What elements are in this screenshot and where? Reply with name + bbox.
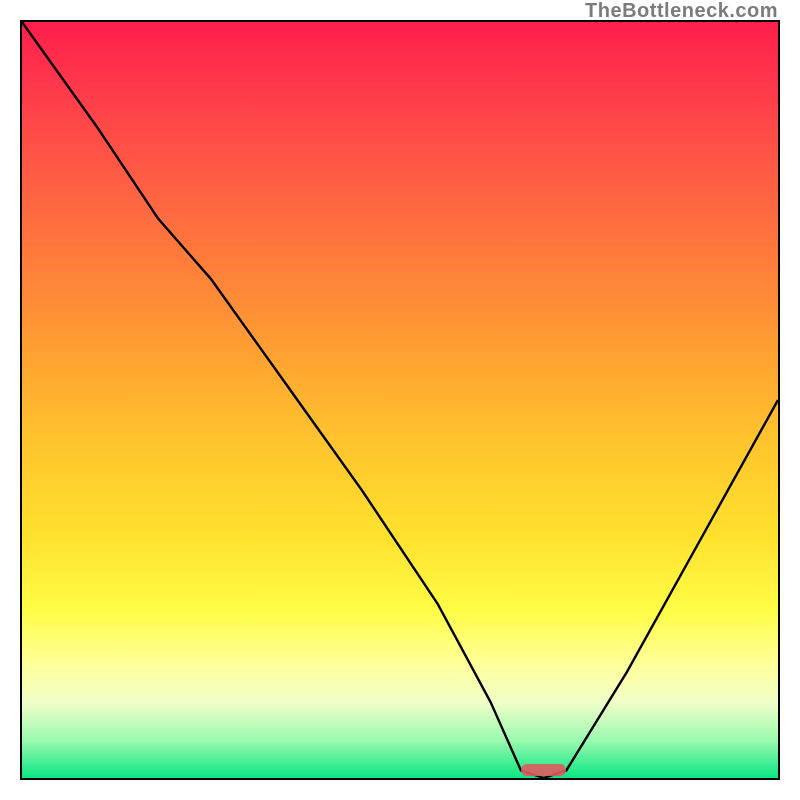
- bottleneck-curve-line: [22, 22, 778, 778]
- chart-container: TheBottleneck.com: [0, 0, 800, 800]
- optimal-marker: [521, 764, 566, 776]
- plot-area: [20, 20, 780, 780]
